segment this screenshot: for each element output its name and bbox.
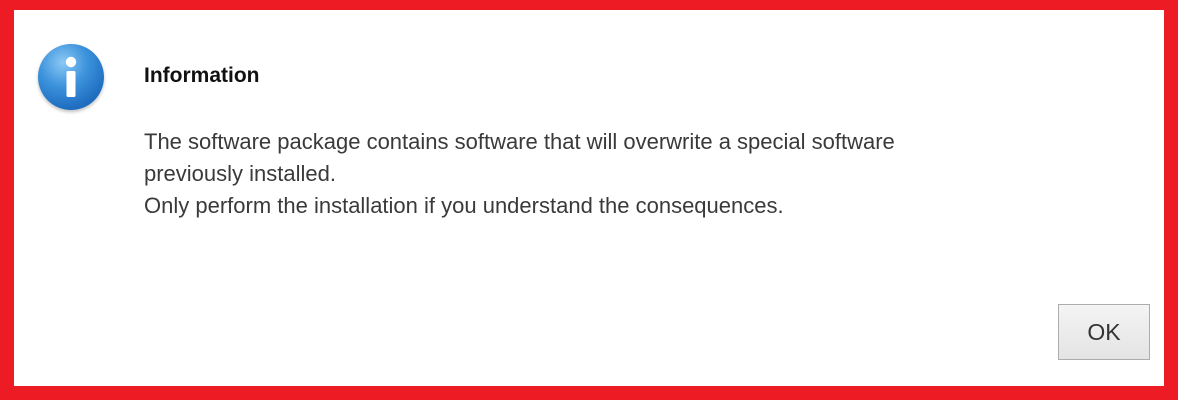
dialog-message: The software package contains software t… (144, 126, 1144, 222)
highlight-frame: Information The software package contain… (0, 0, 1178, 400)
ok-button[interactable]: OK (1058, 304, 1150, 360)
information-dialog: Information The software package contain… (14, 10, 1164, 386)
info-icon-glyph (65, 56, 77, 97)
message-line: Only perform the installation if you und… (144, 193, 784, 218)
info-icon (38, 44, 104, 110)
dialog-title: Information (144, 64, 260, 87)
message-line: previously installed. (144, 161, 336, 186)
message-line: The software package contains software t… (144, 129, 895, 154)
